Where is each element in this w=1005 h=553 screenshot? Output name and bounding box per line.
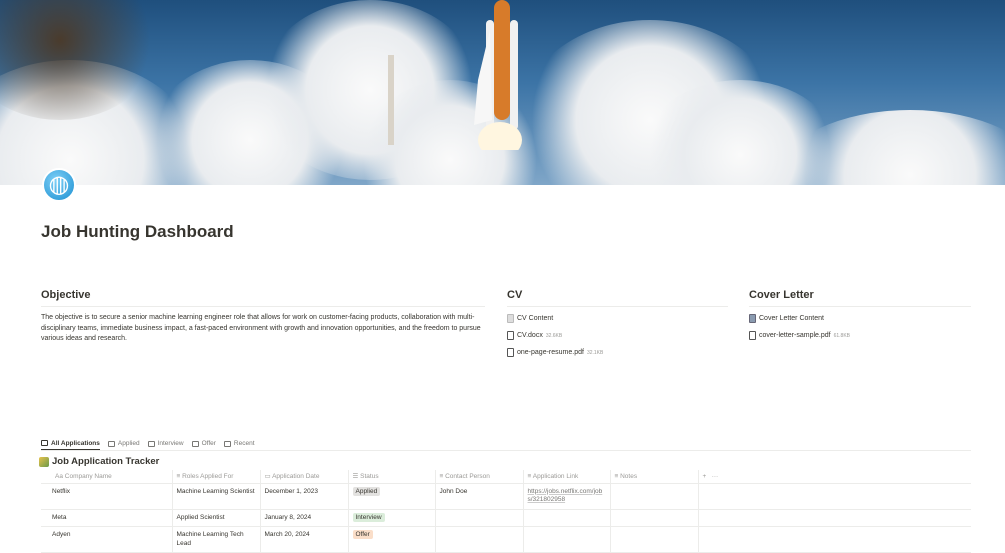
cover-letter-content-link[interactable]: Cover Letter Content: [749, 313, 971, 324]
file-icon: [507, 331, 514, 340]
col-date[interactable]: ▭ Application Date: [259, 470, 348, 484]
more-icon[interactable]: ···: [712, 473, 719, 480]
tab-all-applications[interactable]: All Applications: [41, 437, 100, 450]
tab-recent[interactable]: Recent: [223, 437, 255, 450]
file-one-page-resume[interactable]: one-page-resume.pdf 32.1KB: [507, 347, 728, 358]
cell-status[interactable]: Applied: [347, 483, 435, 510]
file-cv-docx[interactable]: CV.docx 32.6KB: [507, 330, 728, 341]
col-roles[interactable]: ≡ Roles Applied For: [171, 470, 260, 484]
cell-company[interactable]: Netflix: [41, 483, 172, 510]
tab-label: Recent: [233, 440, 255, 447]
col-link[interactable]: ≡ Application Link: [522, 470, 610, 484]
col-actions: + ···: [697, 470, 971, 484]
objective-section: Objective The objective is to secure a s…: [41, 289, 485, 345]
folder-icon: [749, 314, 756, 323]
cell-contact[interactable]: John Doe: [434, 483, 523, 510]
cell-notes[interactable]: [609, 509, 698, 527]
objective-text: The objective is to secure a senior mach…: [41, 314, 481, 342]
tracker-icon: [39, 456, 49, 467]
page-title: Job Hunting Dashboard: [41, 222, 234, 241]
status-badge: Applied: [352, 486, 381, 496]
link-label: Cover Letter Content: [759, 315, 824, 322]
col-label: Company Name: [64, 472, 112, 480]
tab-offer[interactable]: Offer: [191, 437, 216, 450]
col-company[interactable]: Aa Company Name: [41, 470, 172, 484]
applications-table: Aa Company Name ≡ Roles Applied For ▭ Ap…: [41, 470, 971, 553]
cv-heading: CV: [507, 289, 728, 307]
cell-empty: [697, 483, 971, 510]
tab-label: Applied: [117, 440, 140, 447]
table-icon: [41, 440, 48, 446]
col-status[interactable]: ☰ Status: [347, 470, 435, 484]
cv-content-link[interactable]: CV Content: [507, 313, 728, 324]
tracker-title[interactable]: Job Application Tracker: [39, 456, 159, 467]
add-column-icon[interactable]: +: [703, 473, 707, 480]
view-tabs: All Applications Applied Interview Offer…: [41, 437, 971, 451]
status-badge: Interview: [352, 512, 385, 522]
file-icon: [507, 348, 514, 357]
cv-section: CV CV Content CV.docx 32.6KB one-page-res…: [507, 289, 728, 358]
page-icon: [507, 314, 514, 323]
file-name: CV.docx: [517, 332, 543, 339]
col-contact[interactable]: ≡ Contact Person: [434, 470, 523, 484]
table-row[interactable]: Netflix Machine Learning Scientist Decem…: [41, 483, 971, 510]
table-icon: [107, 440, 115, 447]
tab-label: All Applications: [51, 439, 100, 447]
cell-role[interactable]: Machine Learning Scientist: [171, 483, 260, 510]
table-icon: [223, 440, 231, 447]
file-icon: [749, 331, 756, 340]
col-label: Contact Person: [445, 472, 490, 480]
link-label: CV Content: [517, 315, 554, 322]
globe-icon[interactable]: ◍: [42, 168, 76, 202]
table-icon: [147, 440, 155, 447]
file-name: one-page-resume.pdf: [517, 349, 584, 356]
cell-link[interactable]: [522, 509, 610, 527]
file-size: 32.6KB: [545, 332, 563, 339]
col-label: Roles Applied For: [182, 472, 234, 480]
tab-interview[interactable]: Interview: [147, 437, 184, 450]
cell-link[interactable]: https://jobs.netflix.com/jobs/321802958: [522, 483, 610, 510]
cell-role[interactable]: Applied Scientist: [171, 509, 260, 527]
table-row[interactable]: Meta Applied Scientist January 8, 2024 I…: [41, 509, 971, 527]
cover-letter-heading: Cover Letter: [749, 289, 971, 307]
objective-heading: Objective: [41, 289, 485, 307]
cell-status[interactable]: Interview: [347, 509, 435, 527]
cell-date[interactable]: January 8, 2024: [259, 509, 348, 527]
col-label: Status: [360, 473, 379, 481]
col-notes[interactable]: ≡ Notes: [609, 470, 698, 484]
cell-empty: [697, 509, 971, 527]
table-header: Aa Company Name ≡ Roles Applied For ▭ Ap…: [41, 470, 971, 484]
file-size: 32.1KB: [586, 349, 604, 356]
application-link[interactable]: https://jobs.netflix.com/jobs/321802958: [528, 488, 603, 504]
cover-letter-section: Cover Letter Cover Letter Content cover-…: [749, 289, 971, 341]
status-badge: Offer: [352, 530, 373, 539]
tab-label: Interview: [157, 440, 184, 447]
file-cover-letter-sample[interactable]: cover-letter-sample.pdf 61.8KB: [749, 330, 971, 341]
cell-company[interactable]: Meta: [41, 509, 172, 527]
file-name: cover-letter-sample.pdf: [759, 332, 831, 339]
col-label: Application Link: [532, 472, 579, 480]
shuttle-illustration: [474, 0, 522, 150]
tab-applied[interactable]: Applied: [107, 437, 140, 450]
col-label: Notes: [620, 472, 638, 480]
file-size: 61.8KB: [833, 332, 850, 339]
cell-notes[interactable]: [609, 483, 698, 510]
cell-date[interactable]: December 1, 2023: [259, 483, 348, 510]
col-label: Application Date: [272, 473, 320, 481]
table-icon: [191, 440, 199, 447]
tracker-title-text: Job Application Tracker: [52, 456, 160, 467]
cell-contact[interactable]: [434, 509, 523, 527]
tab-label: Offer: [201, 440, 216, 447]
cover-image: [0, 0, 1005, 185]
